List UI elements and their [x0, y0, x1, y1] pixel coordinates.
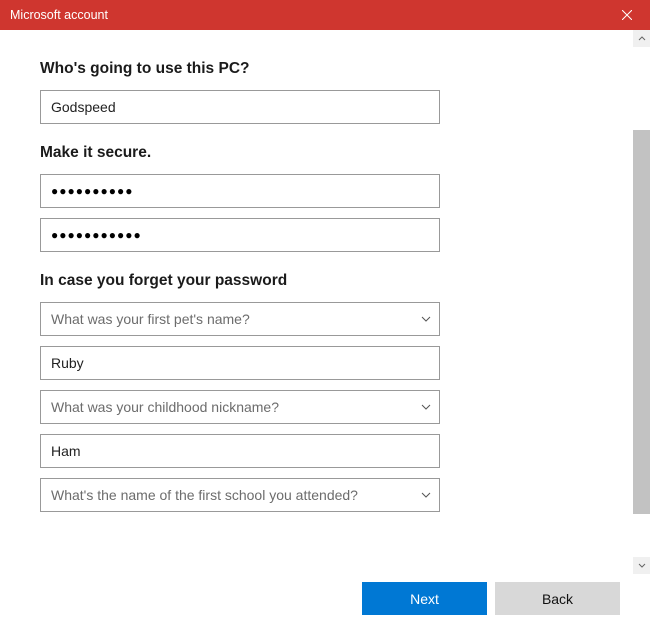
confirm-password-input[interactable]: ●●●●●●●●●●●: [40, 218, 440, 252]
security-question-2-label: What was your childhood nickname?: [51, 399, 279, 415]
password-input[interactable]: ●●●●●●●●●●: [40, 174, 440, 208]
window-title: Microsoft account: [10, 8, 108, 22]
chevron-down-icon: [421, 479, 431, 511]
chevron-down-icon: [421, 303, 431, 335]
confirm-password-value-masked: ●●●●●●●●●●●: [51, 218, 142, 252]
next-button[interactable]: Next: [362, 582, 487, 615]
username-value: Godspeed: [51, 90, 116, 124]
security-question-2-select[interactable]: What was your childhood nickname?: [40, 390, 440, 424]
chevron-down-icon: [421, 391, 431, 423]
heading-user: Who's going to use this PC?: [40, 60, 593, 78]
security-question-1-select[interactable]: What was your first pet's name?: [40, 302, 440, 336]
form-panel: Who's going to use this PC? Godspeed Mak…: [0, 30, 633, 574]
security-question-3-label: What's the name of the first school you …: [51, 487, 358, 503]
back-button-label: Back: [542, 591, 573, 607]
scroll-up-icon[interactable]: [633, 30, 650, 47]
next-button-label: Next: [410, 591, 439, 607]
heading-password: Make it secure.: [40, 144, 593, 162]
scrollbar-thumb[interactable]: [633, 130, 650, 514]
security-answer-1-input[interactable]: Ruby: [40, 346, 440, 380]
security-question-3-select[interactable]: What's the name of the first school you …: [40, 478, 440, 512]
security-question-1-label: What was your first pet's name?: [51, 311, 250, 327]
security-answer-1-value: Ruby: [51, 346, 84, 380]
close-button[interactable]: [604, 0, 650, 30]
username-input[interactable]: Godspeed: [40, 90, 440, 124]
security-answer-2-value: Ham: [51, 434, 81, 468]
button-bar: Next Back: [362, 582, 620, 615]
back-button[interactable]: Back: [495, 582, 620, 615]
content-area: Who's going to use this PC? Godspeed Mak…: [0, 30, 650, 574]
heading-recovery: In case you forget your password: [40, 272, 593, 290]
scroll-down-icon[interactable]: [633, 557, 650, 574]
security-answer-2-input[interactable]: Ham: [40, 434, 440, 468]
password-value-masked: ●●●●●●●●●●: [51, 174, 133, 208]
close-icon: [622, 8, 632, 23]
titlebar: Microsoft account: [0, 0, 650, 30]
scrollbar[interactable]: [633, 30, 650, 574]
